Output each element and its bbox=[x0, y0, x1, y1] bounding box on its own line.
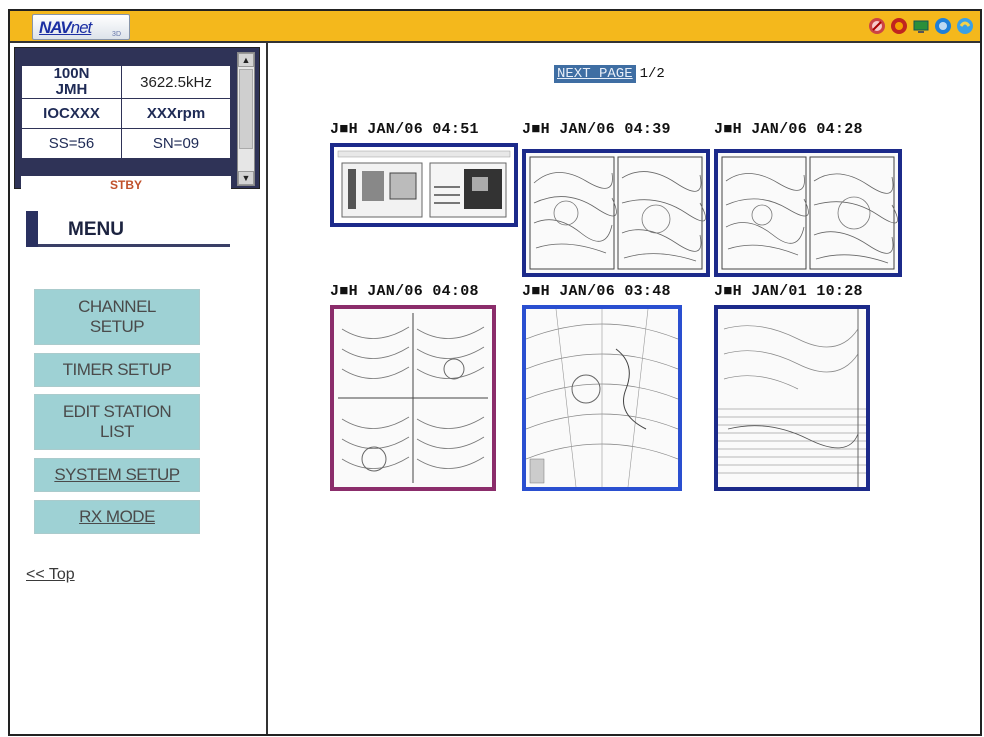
toolbar-icon-group bbox=[868, 17, 974, 35]
system-setup-button[interactable]: SYSTEM SETUP bbox=[34, 458, 200, 492]
thumbnail-caption: J■H JAN/06 04:28 bbox=[714, 121, 863, 138]
thumbnail-corner bbox=[676, 309, 678, 311]
page-indicator: 1/2 bbox=[639, 66, 665, 82]
logo-text: NAVnet bbox=[39, 18, 93, 38]
logo-sub-text: 3D bbox=[112, 31, 121, 38]
help-icon[interactable] bbox=[956, 17, 974, 35]
receiver-status-panel: 100N JMH 3622.5kHz IOCXXX XXXrpm SS=56 S… bbox=[14, 47, 260, 190]
scroll-down-icon[interactable]: ▼ bbox=[238, 171, 254, 185]
channel-setup-button[interactable]: CHANNEL SETUP bbox=[34, 289, 200, 345]
monitor-icon[interactable] bbox=[912, 17, 930, 35]
menu-title: MENU bbox=[68, 219, 124, 240]
mode-cell: STBY bbox=[21, 176, 231, 190]
rx-mode-button[interactable]: RX MODE bbox=[34, 500, 200, 534]
next-page-link[interactable]: NEXT PAGE bbox=[554, 65, 636, 83]
top-link[interactable]: << Top bbox=[26, 566, 75, 584]
menu-header: MENU bbox=[26, 211, 230, 247]
weather-map-image bbox=[334, 309, 492, 487]
stop-icon[interactable] bbox=[890, 17, 908, 35]
navnet-logo[interactable]: NAVnet 3D bbox=[32, 14, 130, 40]
status-row: 100N JMH 3622.5kHz bbox=[21, 65, 231, 99]
app-window: NAVnet 3D 100N JMH 3622.5kHz IOCXXX XXXr… bbox=[8, 9, 982, 736]
thumbnail-caption: J■H JAN/06 04:39 bbox=[522, 121, 671, 138]
scroll-up-icon[interactable]: ▲ bbox=[238, 53, 254, 67]
ioc-cell: IOCXXX bbox=[21, 98, 122, 129]
menu-marker bbox=[26, 211, 38, 247]
alert-icon[interactable] bbox=[868, 17, 886, 35]
ss-cell: SS=56 bbox=[21, 128, 122, 159]
status-row: IOCXXX XXXrpm bbox=[21, 98, 231, 129]
logo-nav-text: NAV bbox=[39, 18, 72, 37]
thumbnail-caption: J■H JAN/06 03:48 bbox=[522, 283, 671, 300]
status-row: SS=56 SN=09 bbox=[21, 128, 231, 159]
fax-thumbnail[interactable] bbox=[714, 305, 870, 491]
fax-image bbox=[334, 147, 514, 223]
status-scrollbar[interactable]: ▲ ▼ bbox=[237, 52, 255, 186]
fax-thumbnail[interactable] bbox=[330, 143, 518, 227]
weather-map-image bbox=[526, 153, 706, 273]
fax-thumbnail[interactable] bbox=[522, 149, 710, 277]
thumbnail-corner bbox=[896, 153, 898, 155]
scroll-thumb[interactable] bbox=[239, 69, 253, 149]
weather-map-image bbox=[526, 309, 678, 487]
thumbnail-caption: J■H JAN/06 04:51 bbox=[330, 121, 479, 138]
main-content: NEXT PAGE 1/2 J■H JAN/06 04:51 J■H JAN/0… bbox=[270, 43, 980, 734]
fax-thumbnail[interactable] bbox=[714, 149, 902, 277]
weather-map-image bbox=[718, 153, 898, 273]
sidebar: 100N JMH 3622.5kHz IOCXXX XXXrpm SS=56 S… bbox=[10, 43, 268, 734]
thumbnail-corner bbox=[864, 309, 866, 311]
station-cell: 100N JMH bbox=[21, 65, 122, 99]
thumbnail-caption: J■H JAN/06 04:08 bbox=[330, 283, 479, 300]
edit-station-list-button[interactable]: EDIT STATION LIST bbox=[34, 394, 200, 450]
logo-net-text: net bbox=[70, 18, 93, 37]
sn-cell: SN=09 bbox=[121, 128, 231, 159]
thumbnail-corner bbox=[512, 147, 514, 149]
fax-thumbnail[interactable] bbox=[330, 305, 496, 491]
thumbnail-caption: J■H JAN/01 10:28 bbox=[714, 283, 863, 300]
thumbnail-corner bbox=[490, 309, 492, 311]
pager: NEXT PAGE 1/2 bbox=[554, 65, 665, 83]
status-table: 100N JMH 3622.5kHz IOCXXX XXXrpm SS=56 S… bbox=[21, 65, 231, 159]
weather-map-image bbox=[718, 309, 866, 487]
top-toolbar: NAVnet 3D bbox=[10, 11, 980, 43]
timer-setup-button[interactable]: TIMER SETUP bbox=[34, 353, 200, 387]
rpm-cell: XXXrpm bbox=[121, 98, 231, 129]
thumbnail-corner bbox=[704, 153, 706, 155]
frequency-cell: 3622.5kHz bbox=[121, 65, 231, 99]
globe-icon[interactable] bbox=[934, 17, 952, 35]
fax-thumbnail[interactable] bbox=[522, 305, 682, 491]
